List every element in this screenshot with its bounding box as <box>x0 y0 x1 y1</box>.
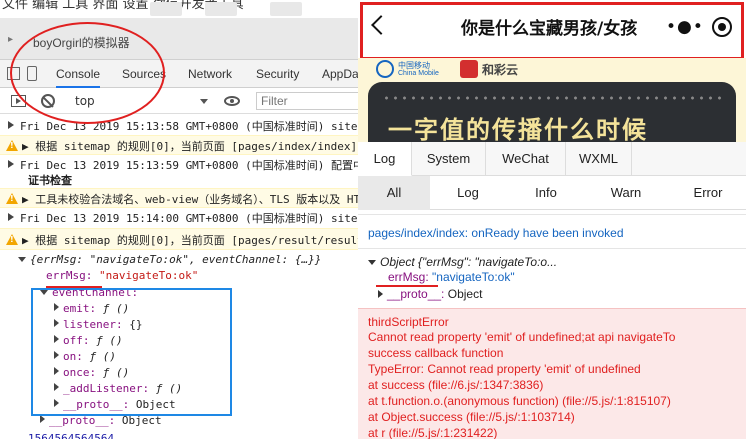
errmsg-key: errMsg: <box>388 270 429 284</box>
vconsole-tab-wechat[interactable]: WeChat <box>486 142 566 176</box>
log-text: 1564564564564 <box>28 432 115 439</box>
vconsole-info-line: pages/index/index: onReady have been inv… <box>368 226 624 240</box>
vconsole-log-list: pages/index/index: onReady have been inv… <box>358 210 746 439</box>
eventchannel-highlight-annotation <box>31 288 232 416</box>
log-text: ▶ 根据 sitemap 的规则[0]，当前页面 [pages/index/in… <box>22 140 360 153</box>
errmsg-value: "navigateTo:ok" <box>432 270 515 284</box>
vconsole-prop-row: errMsg: "navigateTo:ok" <box>388 270 515 284</box>
banner-board-text: 一字值的传播什么时候 <box>388 116 648 142</box>
hecai-logo-icon <box>460 60 478 78</box>
level-tab-info[interactable]: Info <box>508 176 584 210</box>
devtools-panel: 文件 编辑 工具 界面 设置 微信开发者工具 ▸ boyOrgirl的模拟器 C… <box>0 0 360 439</box>
top-strip-button[interactable] <box>270 2 302 16</box>
log-warning-row[interactable]: ▶ 工具未校验合法域名、web-view（业务域名）、TLS 版本以及 HTTP… <box>0 188 360 208</box>
console-filter-input[interactable] <box>256 92 360 110</box>
error-line: at r (file://5.js/:1:231422) <box>368 426 498 439</box>
log-group-row[interactable]: Fri Dec 13 2019 15:13:59 GMT+0800 (中国标准时… <box>0 157 360 173</box>
error-line: at success (file://6.js/:1347:3836) <box>368 378 544 392</box>
chevron-down-icon[interactable] <box>200 99 208 104</box>
log-continuation-row: 证书检查 <box>0 172 360 188</box>
proto-value: Object <box>447 287 483 301</box>
vconsole-tab-system[interactable]: System <box>412 142 486 176</box>
error-line: Cannot read property 'emit' of undefined… <box>368 330 676 344</box>
collapse-triangle-icon[interactable] <box>368 260 376 265</box>
object-proto-row[interactable]: __proto__: Object <box>0 414 360 430</box>
log-text: Fri Dec 13 2019 15:14:00 GMT+0800 (中国标准时… <box>20 212 360 225</box>
expand-triangle-icon[interactable] <box>8 160 14 168</box>
expand-triangle-icon[interactable] <box>8 121 14 129</box>
collapse-triangle-icon[interactable] <box>18 257 26 262</box>
vconsole-proto-row[interactable]: __proto__: Object <box>378 287 482 301</box>
expand-triangle-icon[interactable] <box>40 415 45 423</box>
error-line: thirdScriptError <box>368 315 449 329</box>
level-tab-warn[interactable]: Warn <box>588 176 664 210</box>
object-summary: Object {"errMsg": "navigateTo:o... <box>380 255 558 269</box>
error-line: success callback function <box>368 346 504 360</box>
errmsg-key: errMsg: <box>46 269 93 282</box>
errmsg-underline-annotation <box>376 285 438 287</box>
vconsole-tabbar: Log System WeChat WXML <box>358 142 746 176</box>
vconsole-tab-wxml[interactable]: WXML <box>566 142 632 176</box>
banner-board-dots <box>382 94 722 102</box>
hecai-text: 和彩云 <box>482 63 519 77</box>
window-title-circle-annotation <box>10 22 165 124</box>
vconsole-tab-log[interactable]: Log <box>358 142 412 176</box>
tab-appdata[interactable]: AppData <box>322 67 360 81</box>
window-caret-icon: ▸ <box>8 34 14 45</box>
error-line: at Object.success (file://5.js/:1:103714… <box>368 410 575 424</box>
china-mobile-logo-icon <box>376 60 394 78</box>
object-prop-row: errMsg: "navigateTo:ok" <box>0 269 360 285</box>
log-warning-row[interactable]: ▶ 根据 sitemap 的规则[0]，当前页面 [pages/index/in… <box>0 135 360 155</box>
china-mobile-sub: China Mobile <box>398 70 439 77</box>
object-summary: {errMsg: "navigateTo:ok", eventChannel: … <box>30 253 322 266</box>
log-group-row[interactable]: Fri Dec 13 2019 15:14:00 GMT+0800 (中国标准时… <box>0 210 360 226</box>
log-warning-row[interactable]: ▶ 根据 sitemap 的规则[0]，当前页面 [pages/result/r… <box>0 228 360 250</box>
navbar-highlight-annotation <box>360 2 744 60</box>
warning-icon <box>6 193 18 204</box>
tab-network[interactable]: Network <box>188 67 232 81</box>
log-text: Fri Dec 13 2019 15:13:59 GMT+0800 (中国标准时… <box>20 159 360 172</box>
log-text: ▶ 根据 sitemap 的规则[0]，当前页面 [pages/result/r… <box>22 234 360 247</box>
warning-icon <box>6 140 18 151</box>
log-group-row[interactable]: Fri Dec 13 2019 15:13:58 GMT+0800 (中国标准时… <box>0 118 360 134</box>
vconsole-object-row[interactable]: Object {"errMsg": "navigateTo:o... <box>368 255 557 269</box>
warning-icon <box>6 234 18 245</box>
live-expression-eye-icon[interactable] <box>224 96 240 106</box>
vconsole-level-tabs: All Log Info Warn Error <box>358 176 746 210</box>
simulator-panel: 你是什么宝藏男孩/女孩 •●• 中国移动 China Mobile 和彩云 一字… <box>358 0 746 439</box>
error-line: at t.function.o.(anonymous function) (fi… <box>368 394 671 408</box>
top-strip-button[interactable] <box>150 2 182 16</box>
log-text: 证书检查 <box>28 174 72 187</box>
level-tab-all[interactable]: All <box>358 176 430 210</box>
level-tab-error[interactable]: Error <box>670 176 746 210</box>
error-line: TypeError: Cannot read property 'emit' o… <box>368 362 641 376</box>
expand-triangle-icon[interactable] <box>378 290 383 298</box>
expand-triangle-icon[interactable] <box>8 213 14 221</box>
log-divider <box>358 248 746 249</box>
proto-key: __proto__: <box>387 287 445 301</box>
log-divider <box>358 214 746 215</box>
error-log-block: thirdScriptError Cannot read property 'e… <box>358 308 746 439</box>
top-menu-strip: 文件 编辑 工具 界面 设置 微信开发者工具 <box>0 0 360 18</box>
object-summary-row[interactable]: {errMsg: "navigateTo:ok", eventChannel: … <box>0 253 360 269</box>
errmsg-value: "navigateTo:ok" <box>98 269 199 282</box>
page-banner: 中国移动 China Mobile 和彩云 一字值的传播什么时候 <box>358 58 746 142</box>
log-number-row: 1564564564564 <box>0 432 360 439</box>
tab-security[interactable]: Security <box>256 67 299 81</box>
log-text: ▶ 工具未校验合法域名、web-view（业务域名）、TLS 版本以及 HTTP… <box>22 193 360 206</box>
top-strip-button[interactable] <box>205 2 237 16</box>
level-tab-log[interactable]: Log <box>430 176 506 210</box>
